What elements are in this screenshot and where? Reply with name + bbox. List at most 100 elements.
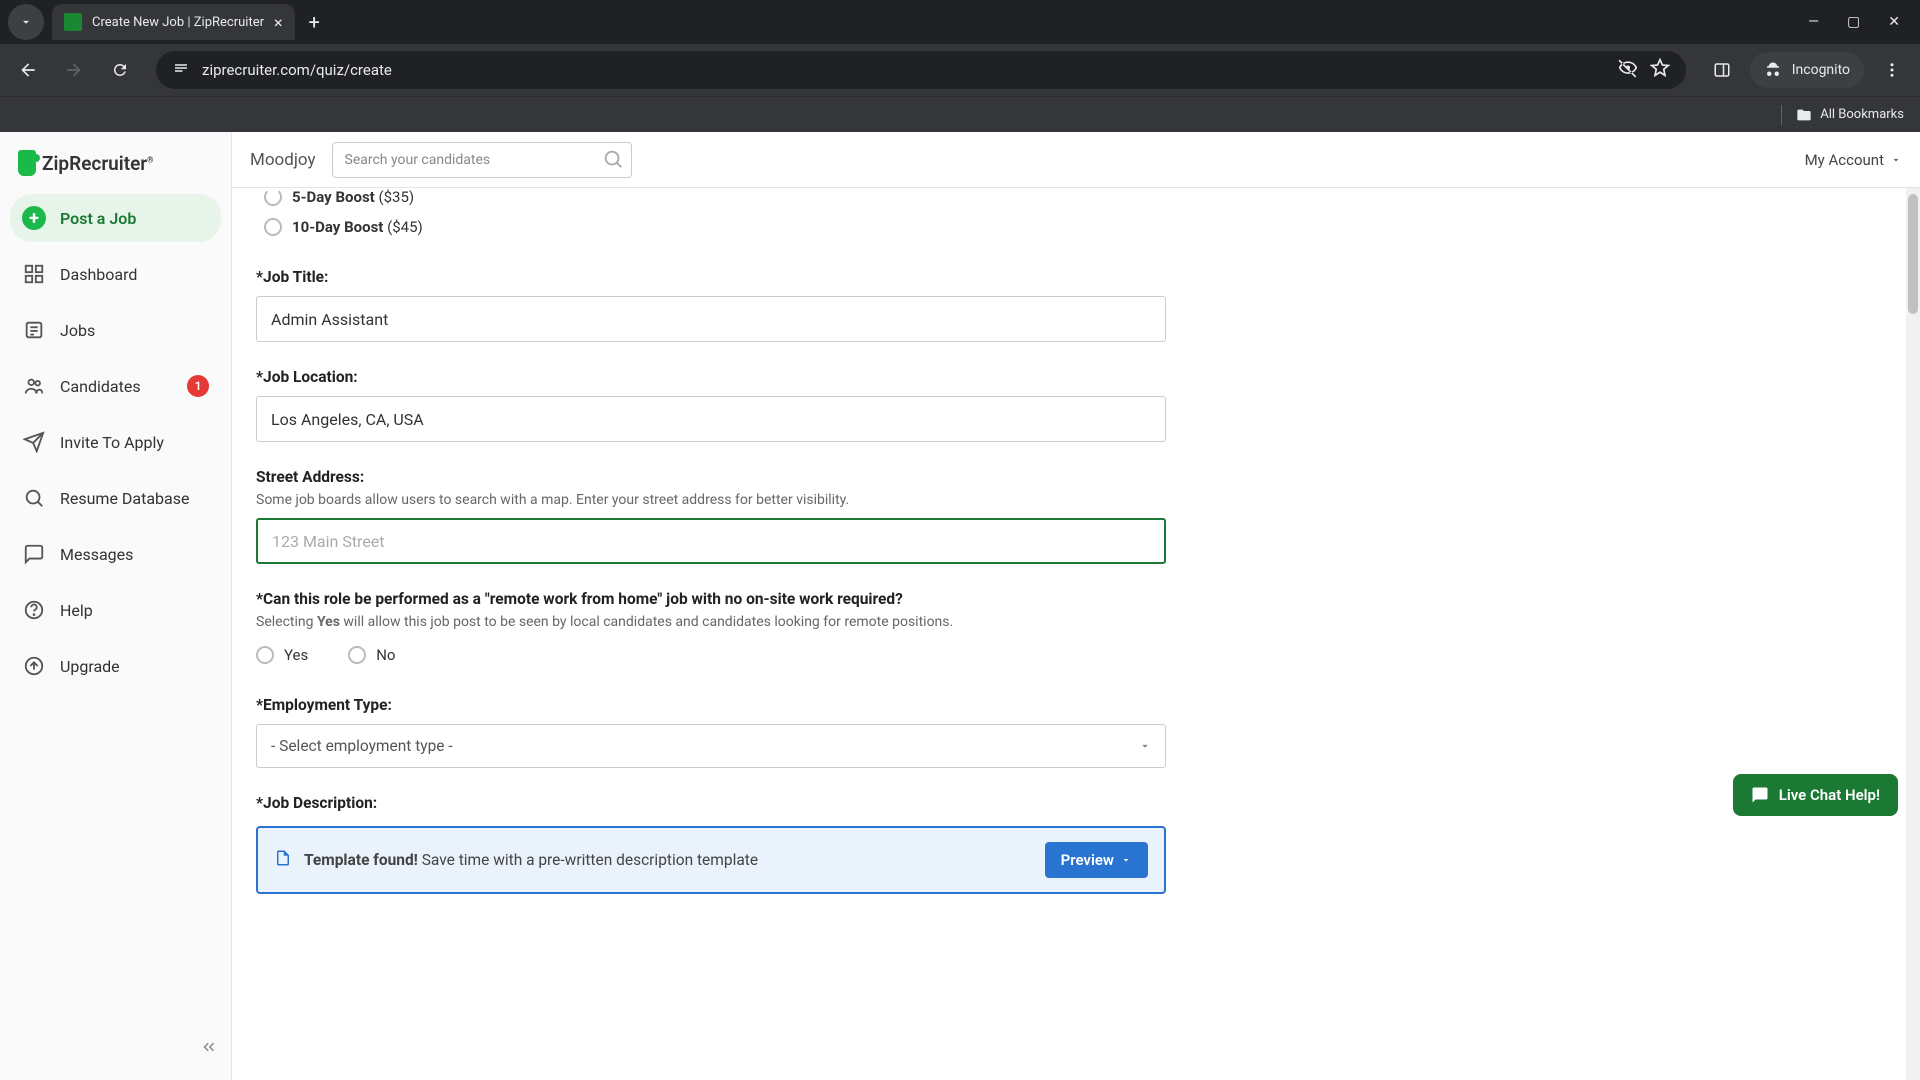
sidebar-item-label: Upgrade <box>60 657 120 676</box>
sidebar-item-label: Dashboard <box>60 265 137 284</box>
job-location-label: *Job Location: <box>256 368 1166 386</box>
remote-yes-option[interactable]: Yes <box>256 640 308 670</box>
browser-tab-strip: Create New Job | ZipRecruiter × + — ▢ ✕ <box>0 0 1920 44</box>
live-chat-button[interactable]: Live Chat Help! <box>1733 774 1898 816</box>
bookmarks-divider <box>1781 105 1782 125</box>
forward-button[interactable] <box>56 52 92 88</box>
dashboard-icon <box>22 262 46 286</box>
sidebar-item-dashboard[interactable]: Dashboard <box>10 250 221 298</box>
sidebar-item-resume-database[interactable]: Resume Database <box>10 474 221 522</box>
sidebar-item-candidates[interactable]: Candidates 1 <box>10 362 221 410</box>
employment-type-label: *Employment Type: <box>256 696 1166 714</box>
job-location-input[interactable] <box>256 396 1166 442</box>
site-settings-icon[interactable] <box>172 59 190 81</box>
remote-work-help: Selecting Yes will allow this job post t… <box>256 614 1166 630</box>
favicon-icon <box>64 13 82 31</box>
radio-icon <box>264 218 282 236</box>
sidebar-item-label: Resume Database <box>60 489 189 508</box>
incognito-indicator[interactable]: Incognito <box>1750 52 1864 88</box>
scrollbar[interactable] <box>1906 188 1920 1080</box>
sidebar-item-jobs[interactable]: Jobs <box>10 306 221 354</box>
sidebar-item-label: Invite To Apply <box>60 433 164 452</box>
account-label: My Account <box>1805 151 1884 169</box>
street-address-help: Some job boards allow users to search wi… <box>256 492 1166 508</box>
messages-icon <box>22 542 46 566</box>
scrollbar-thumb[interactable] <box>1908 194 1918 314</box>
field-street-address: Street Address: Some job boards allow us… <box>256 468 1166 564</box>
search-button-icon[interactable] <box>602 148 624 174</box>
account-menu[interactable]: My Account <box>1805 151 1902 169</box>
tab-search-button[interactable] <box>8 4 44 40</box>
bookmark-star-icon[interactable] <box>1650 58 1670 82</box>
sidebar-item-invite[interactable]: Invite To Apply <box>10 418 221 466</box>
boost-10-day-option[interactable]: 10-Day Boost ($45) <box>264 212 1166 242</box>
upgrade-icon <box>22 654 46 678</box>
sidebar-item-label: Messages <box>60 545 133 564</box>
field-job-description: *Job Description: Template found! Save t… <box>256 794 1166 894</box>
minimize-button[interactable]: — <box>1808 14 1819 30</box>
street-address-input[interactable] <box>256 518 1166 564</box>
reload-button[interactable] <box>102 52 138 88</box>
search-input[interactable] <box>332 142 632 178</box>
chevron-down-icon <box>1890 154 1902 166</box>
chevron-down-icon <box>1138 738 1152 757</box>
preview-button[interactable]: Preview <box>1045 842 1148 878</box>
main-content: Moodjoy My Account 5-Day Boost ($35) 10-… <box>232 132 1920 1080</box>
chat-icon <box>1751 786 1769 804</box>
sidebar-item-help[interactable]: Help <box>10 586 221 634</box>
sidebar: ZipRecruiter® + Post a Job Dashboard Job… <box>0 132 232 1080</box>
address-bar[interactable]: ziprecruiter.com/quiz/create <box>156 51 1686 89</box>
incognito-label: Incognito <box>1792 62 1850 78</box>
all-bookmarks-button[interactable]: All Bookmarks <box>1796 107 1904 123</box>
search-wrap <box>332 142 632 178</box>
sidebar-item-label: Candidates <box>60 377 141 396</box>
job-title-input[interactable] <box>256 296 1166 342</box>
remote-no-option[interactable]: No <box>348 640 395 670</box>
url-text: ziprecruiter.com/quiz/create <box>202 61 1606 79</box>
plus-circle-icon: + <box>22 206 46 230</box>
boost-5-label: 5-Day Boost ($35) <box>292 188 414 206</box>
sidebar-collapse-button[interactable] <box>200 1038 218 1060</box>
field-job-title: *Job Title: <box>256 268 1166 342</box>
help-icon <box>22 598 46 622</box>
sidebar-item-post-job[interactable]: + Post a Job <box>10 194 221 242</box>
close-window-button[interactable]: ✕ <box>1888 14 1900 30</box>
browser-menu-icon[interactable] <box>1874 52 1910 88</box>
employment-type-select[interactable]: - Select employment type - <box>256 724 1166 768</box>
boost-5-day-option[interactable]: 5-Day Boost ($35) <box>264 188 1166 212</box>
boost-10-label: 10-Day Boost ($45) <box>292 218 423 236</box>
candidates-icon <box>22 374 46 398</box>
chevron-down-icon <box>1120 854 1132 866</box>
side-panel-icon[interactable] <box>1704 52 1740 88</box>
incognito-eye-icon[interactable] <box>1618 58 1638 82</box>
send-icon <box>22 430 46 454</box>
bookmarks-bar: All Bookmarks <box>0 96 1920 132</box>
browser-toolbar: ziprecruiter.com/quiz/create Incognito <box>0 44 1920 96</box>
field-employment-type: *Employment Type: - Select employment ty… <box>256 696 1166 768</box>
logo[interactable]: ZipRecruiter® <box>10 146 221 194</box>
remote-no-label: No <box>376 646 395 664</box>
all-bookmarks-label: All Bookmarks <box>1820 107 1904 122</box>
jobs-icon <box>22 318 46 342</box>
close-tab-icon[interactable]: × <box>274 13 283 32</box>
sidebar-item-messages[interactable]: Messages <box>10 530 221 578</box>
window-controls: — ▢ ✕ <box>1808 14 1920 30</box>
remote-yes-label: Yes <box>284 646 308 664</box>
maximize-button[interactable]: ▢ <box>1847 14 1860 30</box>
sidebar-item-label: Post a Job <box>60 209 136 228</box>
remote-work-label: *Can this role be performed as a "remote… <box>256 590 1166 608</box>
radio-icon <box>256 646 274 664</box>
template-text: Template found! Save time with a pre-wri… <box>304 851 758 869</box>
street-address-label: Street Address: <box>256 468 1166 486</box>
field-remote-work: *Can this role be performed as a "remote… <box>256 590 1166 670</box>
radio-icon <box>264 188 282 206</box>
document-icon <box>274 849 292 871</box>
browser-tab[interactable]: Create New Job | ZipRecruiter × <box>52 4 295 40</box>
candidates-badge: 1 <box>187 375 209 397</box>
app-root: ZipRecruiter® + Post a Job Dashboard Job… <box>0 132 1920 1080</box>
back-button[interactable] <box>10 52 46 88</box>
radio-icon <box>348 646 366 664</box>
sidebar-item-upgrade[interactable]: Upgrade <box>10 642 221 690</box>
search-icon <box>22 486 46 510</box>
new-tab-button[interactable]: + <box>309 10 320 34</box>
